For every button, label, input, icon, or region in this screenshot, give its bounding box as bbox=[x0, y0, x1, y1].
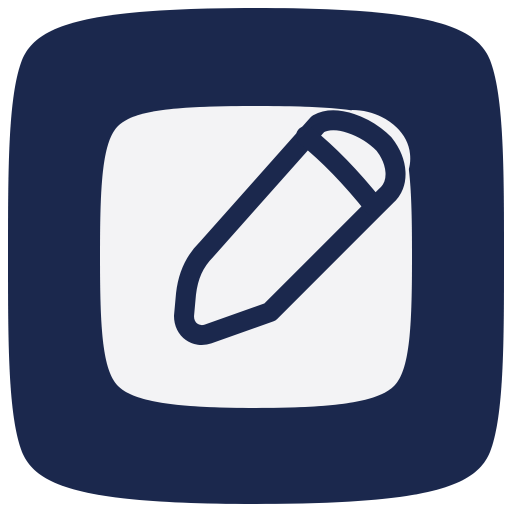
app-icon[interactable] bbox=[0, 0, 512, 512]
app-icon-stage bbox=[0, 0, 512, 512]
